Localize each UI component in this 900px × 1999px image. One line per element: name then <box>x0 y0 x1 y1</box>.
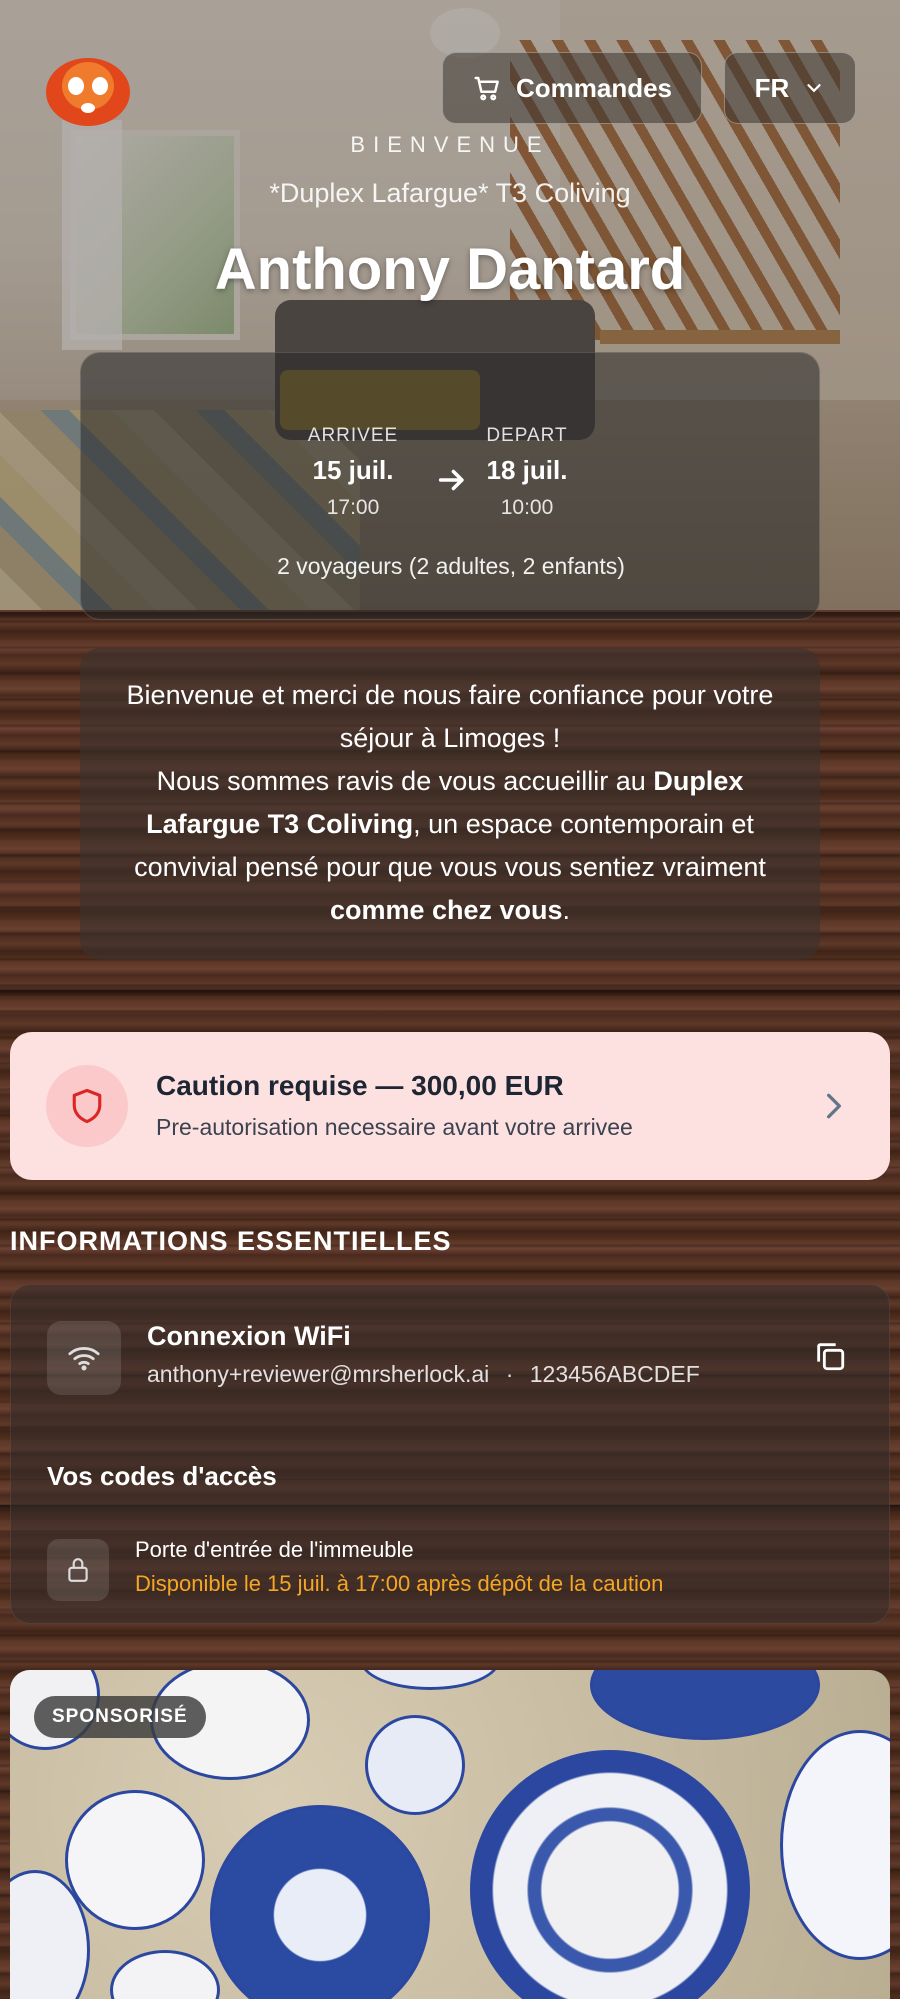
deposit-subtitle: Pre-autorisation necessaire avant votre … <box>156 1114 633 1140</box>
wifi-password: 123456ABCDEF <box>529 1361 700 1387</box>
arrival-block: ARRIVEE 15 juil. 17:00 <box>263 425 443 520</box>
ad-image-plate <box>365 1715 465 1815</box>
intro-line-1: Bienvenue et merci de nous faire confian… <box>126 680 774 753</box>
language-label: FR <box>754 72 790 103</box>
welcome-kicker: BIENVENUE <box>350 132 550 157</box>
ad-image-plate <box>780 1730 890 1960</box>
ad-image-plate <box>360 1670 500 1690</box>
access-codes-title: Vos codes d'accès <box>47 1461 277 1491</box>
wifi-icon <box>47 1321 121 1395</box>
guest-name: Anthony Dantard <box>214 237 686 302</box>
property-name: *Duplex Lafargue* T3 Coliving <box>269 178 631 208</box>
departure-date: 18 juil. <box>486 455 568 485</box>
ad-image-plate <box>210 1805 430 1999</box>
departure-time: 10:00 <box>500 496 554 519</box>
lock-icon <box>47 1539 109 1601</box>
deposit-required-card[interactable]: Caution requise — 300,00 EUR Pre-autoris… <box>10 1032 890 1180</box>
intro-text-end: . <box>562 895 571 925</box>
language-selector[interactable]: FR <box>724 52 856 124</box>
departure-label: DEPART <box>486 425 568 446</box>
stay-card: ARRIVEE 15 juil. 17:00 DEPART 18 juil. 1… <box>80 352 820 620</box>
access-code-status: Disponible le 15 juil. à 17:00 après dép… <box>135 1571 664 1596</box>
arrival-label: ARRIVEE <box>307 425 399 446</box>
chevron-right-icon <box>827 1093 841 1119</box>
chevron-down-icon <box>807 84 821 93</box>
departure-block: DEPART 18 juil. 10:00 <box>437 425 617 520</box>
building-door-label: Porte d'entrée de l'immeuble <box>135 1537 414 1562</box>
sponsored-badge: SPONSORISÉ <box>34 1696 206 1738</box>
ad-image-plate <box>110 1950 220 1999</box>
sponsored-ad-card[interactable]: SPONSORISÉ <box>10 1670 890 1999</box>
shield-icon <box>46 1065 128 1147</box>
copy-icon[interactable] <box>813 1339 847 1373</box>
welcome-message-card: Bienvenue et merci de nous faire confian… <box>80 648 820 960</box>
orders-label: Commandes <box>515 72 673 103</box>
ad-image-plate <box>65 1790 205 1930</box>
deposit-title: Caution requise — 300,00 EUR <box>156 1070 564 1101</box>
wifi-separator: · <box>505 1361 514 1387</box>
essential-info-card: Connexion WiFi anthony+reviewer@mrsherlo… <box>10 1284 890 1624</box>
ad-image-plate <box>590 1670 820 1740</box>
guest-count: 2 voyageurs (2 adultes, 2 enfants) <box>277 553 625 579</box>
intro-text: Nous sommes ravis de vous accueillir au <box>156 766 654 796</box>
wifi-details: anthony+reviewer@mrsherlock.ai · 123456A… <box>147 1361 700 1388</box>
arrival-date: 15 juil. <box>312 455 394 485</box>
wifi-network: anthony+reviewer@mrsherlock.ai <box>147 1361 490 1387</box>
arrival-time: 17:00 <box>326 496 380 519</box>
ad-image-plate <box>470 1750 750 1999</box>
section-title-essentials: INFORMATIONS ESSENTIELLES <box>10 1226 452 1256</box>
intro-home-bold: comme chez vous <box>329 895 563 925</box>
logo-icon <box>46 58 130 126</box>
cart-icon <box>474 76 499 101</box>
orders-button[interactable]: Commandes <box>442 52 702 124</box>
wifi-title: Connexion WiFi <box>147 1321 351 1351</box>
